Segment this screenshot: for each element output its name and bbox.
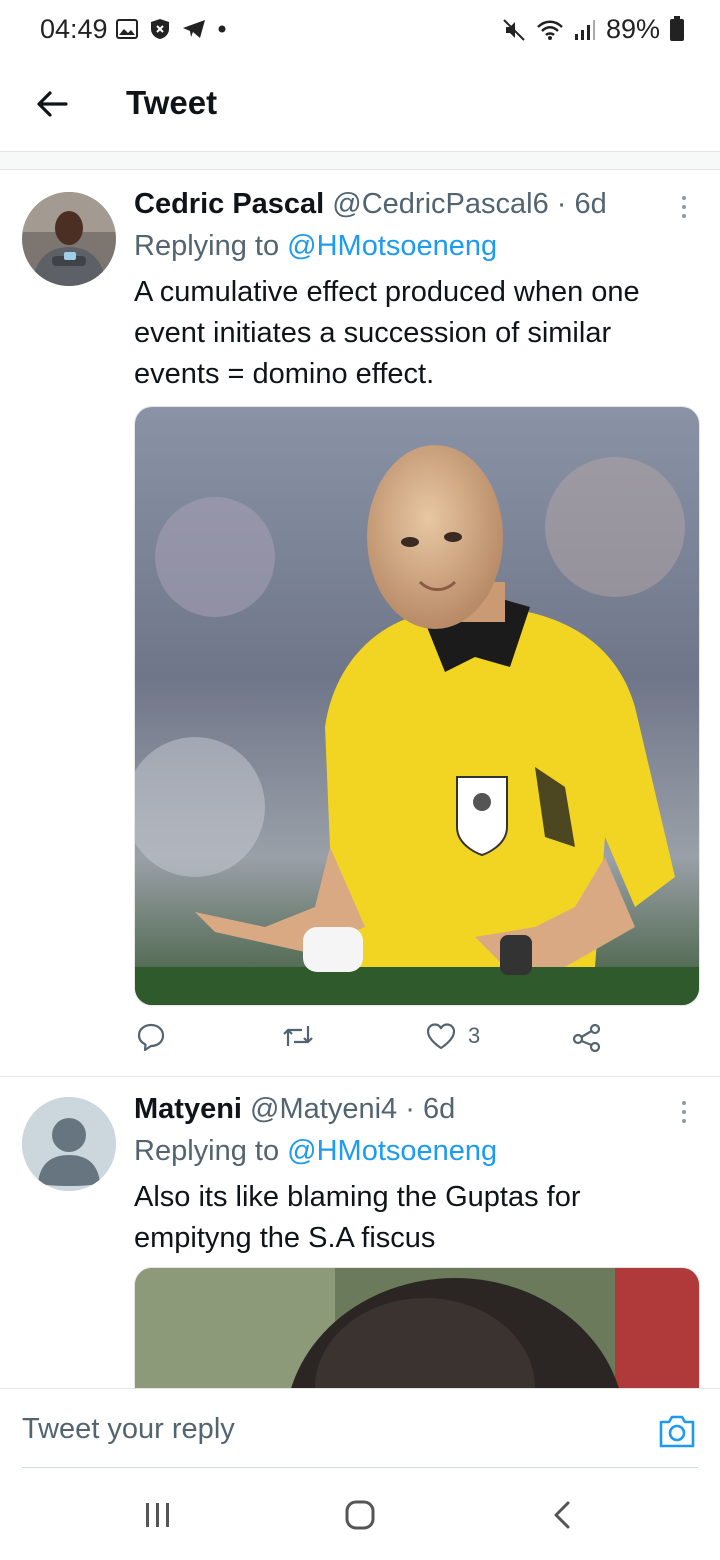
recent-apps-button[interactable] (140, 1498, 176, 1532)
author-name[interactable]: Matyeni (134, 1093, 242, 1125)
gallery-icon (116, 19, 138, 39)
dot-icon (218, 25, 226, 33)
retweet-icon (283, 1026, 313, 1046)
telegram-icon (183, 20, 205, 38)
comment-icon (137, 1023, 165, 1052)
share-button[interactable] (572, 1022, 602, 1052)
battery-icon (670, 15, 684, 41)
tweet-image[interactable] (134, 1267, 700, 1388)
tweet-text: Also its like blaming the Guptas for emp… (134, 1181, 581, 1254)
avatar[interactable] (22, 1097, 116, 1191)
back-icon (554, 1501, 570, 1529)
mute-icon (503, 18, 525, 41)
arrow-left-icon (37, 91, 68, 117)
separator-dot: · (405, 1093, 415, 1125)
more-options-button[interactable] (674, 1095, 694, 1129)
home-button[interactable] (340, 1498, 380, 1532)
separator (0, 152, 720, 170)
wifi-icon (537, 20, 563, 40)
tweet-card[interactable]: Cedric Pascal @CedricPascal6 · 6d Replyi… (0, 170, 720, 1076)
author-handle[interactable]: @Matyeni4 (250, 1093, 397, 1125)
more-options-button[interactable] (674, 190, 694, 224)
battery-percent: 89% (605, 14, 660, 44)
like-button[interactable]: 3 (426, 1022, 480, 1050)
shield-icon (151, 19, 169, 39)
avatar[interactable] (22, 192, 116, 286)
status-right: 89% (502, 14, 684, 45)
tweet-header: Matyeni @Matyeni4 · 6d (134, 1093, 455, 1126)
replying-prefix: Replying to (134, 1135, 280, 1167)
heart-icon (426, 1023, 456, 1050)
back-button[interactable] (30, 82, 74, 126)
tweet-actions: 3 (134, 1022, 700, 1062)
replying-to: Replying to @HMotsoeneng (134, 230, 497, 263)
back-nav-button[interactable] (544, 1498, 580, 1532)
reply-input[interactable]: Tweet your reply (22, 1413, 235, 1446)
mention-link[interactable]: @HMotsoeneng (287, 1135, 497, 1167)
like-count: 3 (468, 1023, 481, 1048)
signal-icon (574, 19, 595, 40)
status-bar: 04:49 89% (0, 0, 720, 60)
tweet-card[interactable]: Matyeni @Matyeni4 · 6d Replying to @HMot… (0, 1077, 720, 1388)
camera-button[interactable] (658, 1413, 696, 1449)
reply-button[interactable] (136, 1022, 166, 1052)
tweet-header: Cedric Pascal @CedricPascal6 · 6d (134, 188, 607, 221)
reply-bar: Tweet your reply (0, 1388, 720, 1468)
app-header: Tweet (0, 60, 720, 152)
separator-dot: · (556, 188, 567, 220)
tweet-text: A cumulative effect produced when one ev… (134, 276, 640, 390)
home-icon (345, 1500, 375, 1530)
tweet-time: 6d (422, 1093, 456, 1125)
mention-link[interactable]: @HMotsoeneng (287, 230, 497, 262)
author-name[interactable]: Cedric Pascal (134, 188, 324, 220)
tweet-image[interactable] (134, 406, 700, 1006)
camera-icon (659, 1415, 695, 1448)
page-title: Tweet (126, 84, 218, 121)
status-left-icons (116, 18, 226, 40)
author-handle[interactable]: @CedricPascal6 (332, 188, 548, 220)
share-icon (572, 1023, 601, 1052)
recent-apps-icon (146, 1503, 169, 1527)
status-time: 04:49 (40, 14, 108, 44)
retweet-button[interactable] (282, 1022, 314, 1050)
replying-prefix: Replying to (134, 230, 280, 262)
system-nav-bar (0, 1468, 720, 1560)
tweet-time: 6d (574, 188, 607, 220)
replying-to: Replying to @HMotsoeneng (134, 1135, 497, 1168)
